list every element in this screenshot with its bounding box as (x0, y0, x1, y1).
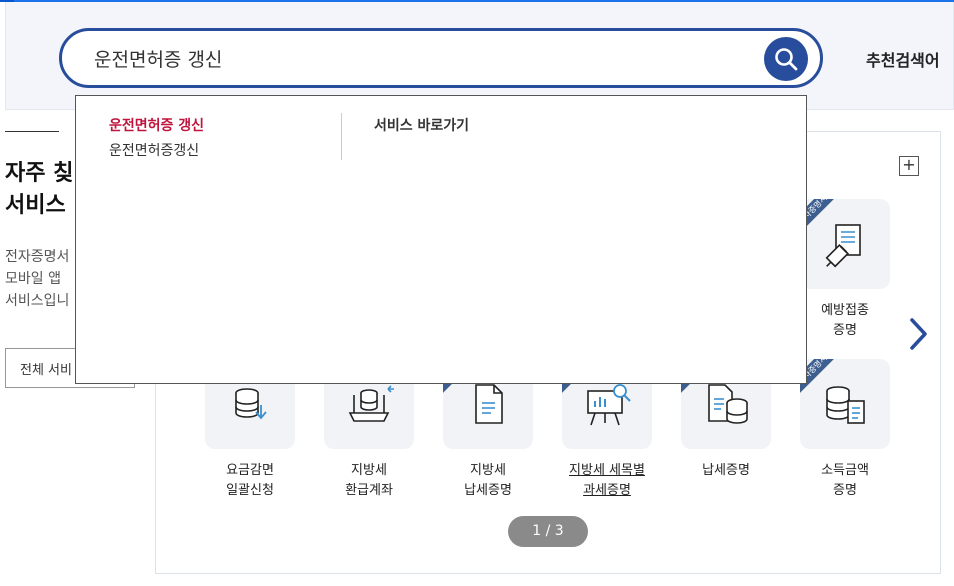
expand-plus-button[interactable]: + (899, 156, 919, 176)
service-shortcut-title: 서비스 바로가기 (374, 118, 470, 134)
recommend-keywords-label[interactable]: 추천검색어 (866, 47, 940, 71)
service-label[interactable]: 지방세 환급계좌 (319, 461, 419, 501)
search-input[interactable] (94, 43, 734, 73)
service-label[interactable]: 지방세 납세증명 (438, 461, 538, 501)
service-label[interactable]: 지방세 세목별 과세증명 (557, 461, 657, 501)
database-down-icon (235, 388, 267, 420)
autocomplete-item[interactable]: 운전면허증갱신 (109, 139, 339, 164)
document-icon (475, 384, 503, 424)
service-label[interactable]: 요금감면 일괄신청 (200, 461, 300, 501)
search-box (59, 28, 823, 88)
search-icon (775, 48, 798, 71)
carousel-pager[interactable]: 1 / 3 (508, 516, 588, 547)
service-item-income-cert[interactable]: 전자증명서 소득금액 증명 (795, 359, 895, 501)
vaccine-document-icon (825, 224, 861, 268)
left-divider (5, 131, 59, 132)
document-database-icon (708, 384, 748, 424)
autocomplete-dropdown: 운전면허증 갱신 운전면허증갱신 서비스 바로가기 (75, 95, 807, 384)
service-label[interactable]: 납세증명 (676, 461, 776, 481)
section-description: 전자증명서 모바일 앱 서비스입니 (5, 249, 70, 309)
presentation-chart-icon (587, 384, 631, 426)
autocomplete-divider (341, 113, 342, 160)
service-item-vaccination[interactable]: 전자증명서 예방접종 증명 (795, 199, 895, 341)
database-document-icon (826, 386, 865, 424)
service-label[interactable]: 소득금액 증명 (795, 461, 895, 501)
autocomplete-list: 운전면허증 갱신 운전면허증갱신 (109, 114, 339, 164)
service-label[interactable]: 예방접종 증명 (795, 301, 895, 341)
chevron-right-icon[interactable] (906, 316, 930, 352)
service-tile[interactable]: 전자증명서 (800, 199, 890, 289)
autocomplete-item[interactable]: 운전면허증 갱신 (109, 114, 339, 139)
search-button[interactable] (764, 37, 808, 81)
section-title: 자주 칮 서비스 (5, 161, 74, 218)
database-laptop-icon (348, 385, 394, 422)
service-tile[interactable]: 전자증명서 (800, 359, 890, 449)
